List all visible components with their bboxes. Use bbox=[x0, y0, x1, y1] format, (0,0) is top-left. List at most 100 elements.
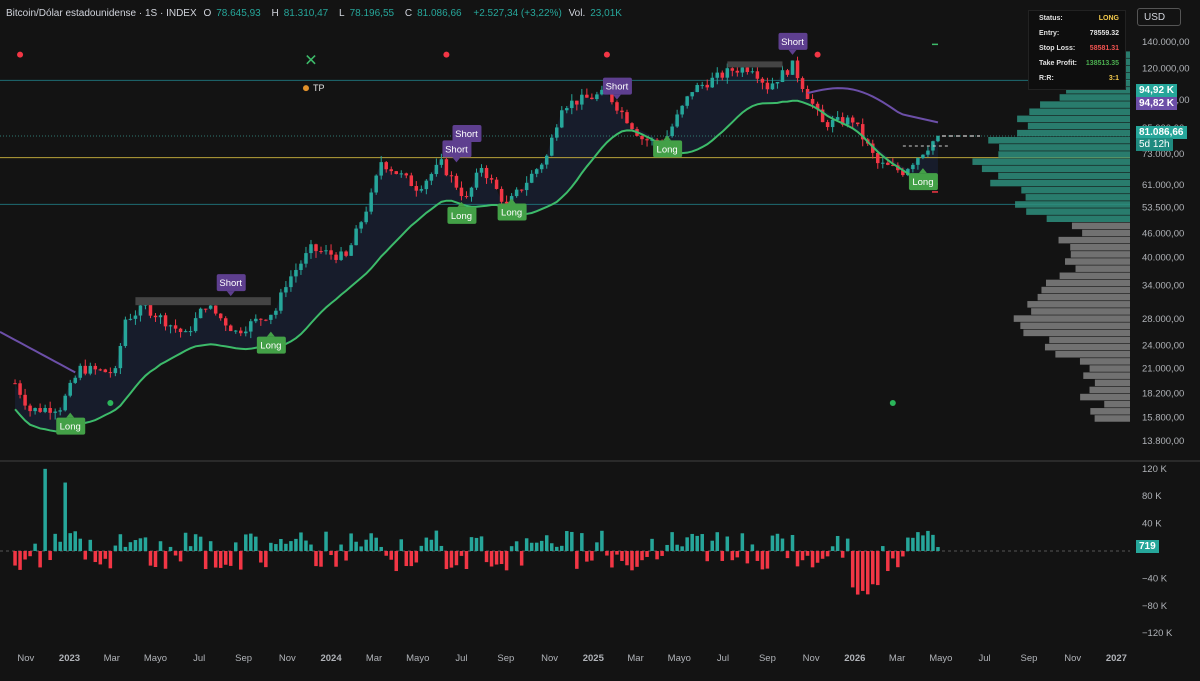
volume-axis-label: −80 K bbox=[1142, 601, 1168, 612]
time-axis-label: Jul bbox=[455, 653, 467, 664]
volume-profile-bar bbox=[1058, 236, 1130, 244]
candle-body bbox=[13, 383, 17, 385]
volume-profile-bar bbox=[1094, 415, 1130, 422]
time-axis-label: Nov bbox=[803, 653, 820, 664]
candle-body bbox=[354, 228, 358, 246]
volume-delta-bar bbox=[294, 538, 298, 551]
volume-delta-bar bbox=[73, 531, 77, 551]
volume-delta-bar bbox=[43, 468, 47, 551]
candle-body bbox=[264, 319, 268, 321]
candle-body bbox=[454, 175, 459, 188]
candle-body bbox=[73, 377, 77, 383]
volume-delta-bar bbox=[755, 551, 760, 561]
candle-body bbox=[911, 164, 915, 170]
stop-loss-row: Stop Loss: 58581.31 bbox=[1039, 45, 1119, 52]
range-box bbox=[135, 297, 271, 306]
time-axis-label: Mayo bbox=[144, 653, 167, 664]
volume-delta-bar bbox=[188, 546, 193, 551]
currency-button[interactable]: USD bbox=[1137, 8, 1181, 26]
close-value: C 81.086,66 bbox=[404, 8, 462, 19]
volume-delta-bar bbox=[78, 538, 83, 551]
volume-delta-bar bbox=[534, 542, 539, 551]
volume-delta-bar bbox=[344, 551, 348, 561]
volume-delta-bar bbox=[439, 545, 444, 551]
candle-body bbox=[800, 78, 805, 89]
volume-delta-bar bbox=[319, 551, 323, 567]
volume-delta-bar bbox=[509, 546, 514, 551]
volume-profile-bar bbox=[1059, 272, 1130, 280]
countdown-tag: 5d 12h bbox=[1136, 138, 1173, 151]
volume-delta-bar bbox=[274, 544, 278, 551]
volume-delta-bar bbox=[645, 551, 649, 557]
candle-body bbox=[123, 319, 128, 346]
volume-profile-bar bbox=[1040, 101, 1130, 108]
candle-body bbox=[499, 188, 504, 202]
volume-delta-bar bbox=[931, 534, 935, 551]
time-axis-label: Nov bbox=[17, 653, 34, 664]
candle-body bbox=[314, 244, 318, 252]
candle-body bbox=[855, 122, 860, 125]
volume-profile-bar bbox=[1071, 222, 1130, 230]
candle-body bbox=[93, 365, 98, 370]
price-tag-purple-1: 94,92 K bbox=[1136, 84, 1178, 97]
volume-delta-bar bbox=[68, 533, 72, 551]
volume-delta-bar bbox=[304, 540, 308, 551]
volume-delta-bar bbox=[685, 537, 689, 551]
price-axis-label: 61.000,00 bbox=[1142, 180, 1184, 191]
volume-delta-bar bbox=[850, 551, 855, 588]
candle-body bbox=[329, 250, 333, 255]
candle-body bbox=[118, 345, 123, 369]
candle-body bbox=[544, 155, 549, 165]
candle-body bbox=[810, 98, 815, 104]
volume-profile-bar bbox=[1089, 365, 1130, 372]
volume-profile-bar bbox=[1045, 279, 1130, 287]
volume-delta-bar bbox=[544, 535, 549, 551]
volume-delta-bar bbox=[434, 530, 439, 551]
volume-delta-bar bbox=[28, 551, 32, 557]
volume-delta-bar bbox=[123, 546, 128, 551]
volume-axis-label: 80 K bbox=[1142, 491, 1162, 502]
volume-delta-bar bbox=[845, 538, 850, 551]
candle-body bbox=[560, 110, 564, 128]
candle-body bbox=[178, 328, 183, 333]
candle-body bbox=[685, 96, 689, 106]
time-axis-label: Jul bbox=[193, 653, 205, 664]
volume-delta-bar bbox=[484, 551, 489, 563]
volume-delta-bar bbox=[369, 533, 373, 551]
status-panel: Status: LONG Entry: 78559.32 Stop Loss: 585… bbox=[1028, 10, 1126, 90]
symbol-title[interactable]: Bitcoin/Dólar estadounidense · 1S · INDE… bbox=[6, 8, 197, 19]
volume-delta-bar bbox=[364, 539, 368, 551]
candle-body bbox=[228, 325, 233, 332]
time-axis-label: Sep bbox=[759, 653, 776, 664]
volume-delta-bar bbox=[810, 551, 815, 568]
entry-row: Entry: 78559.32 bbox=[1039, 30, 1119, 37]
volume-profile-bar bbox=[1026, 208, 1130, 215]
price-axis-label: 28.000,00 bbox=[1142, 314, 1184, 325]
volume-delta-bar bbox=[936, 547, 940, 551]
candle-body bbox=[730, 68, 735, 71]
signal-text: Short bbox=[219, 278, 242, 289]
candle-body bbox=[33, 408, 37, 412]
candle-body bbox=[524, 182, 529, 191]
volume-delta-bar bbox=[138, 538, 143, 551]
volume-delta-bar bbox=[183, 532, 188, 551]
volume-delta-bar bbox=[750, 544, 755, 551]
signal-text: Long bbox=[657, 144, 678, 155]
chart-canvas[interactable]: 140.000,00120.000,00100.000,0085.000,007… bbox=[0, 0, 1200, 681]
volume-delta-bar bbox=[825, 551, 830, 557]
volume-delta-bar bbox=[429, 539, 434, 551]
volume-delta-bar bbox=[279, 538, 283, 551]
volume-delta-bar bbox=[309, 544, 313, 551]
volume-delta-bar bbox=[926, 530, 930, 551]
volume-delta-bar bbox=[580, 533, 584, 551]
candle-body bbox=[409, 175, 414, 187]
volume-delta-bar bbox=[690, 533, 694, 551]
volume-delta-bar bbox=[203, 551, 208, 570]
signal-dot bbox=[603, 51, 610, 58]
volume-delta-bar bbox=[479, 536, 484, 551]
candle-body bbox=[269, 314, 273, 320]
price-axis-label: 40.000,00 bbox=[1142, 253, 1184, 264]
volume-delta-bar bbox=[384, 551, 388, 556]
candle-body bbox=[429, 174, 434, 181]
volume-axis-label: −120 K bbox=[1142, 628, 1173, 639]
